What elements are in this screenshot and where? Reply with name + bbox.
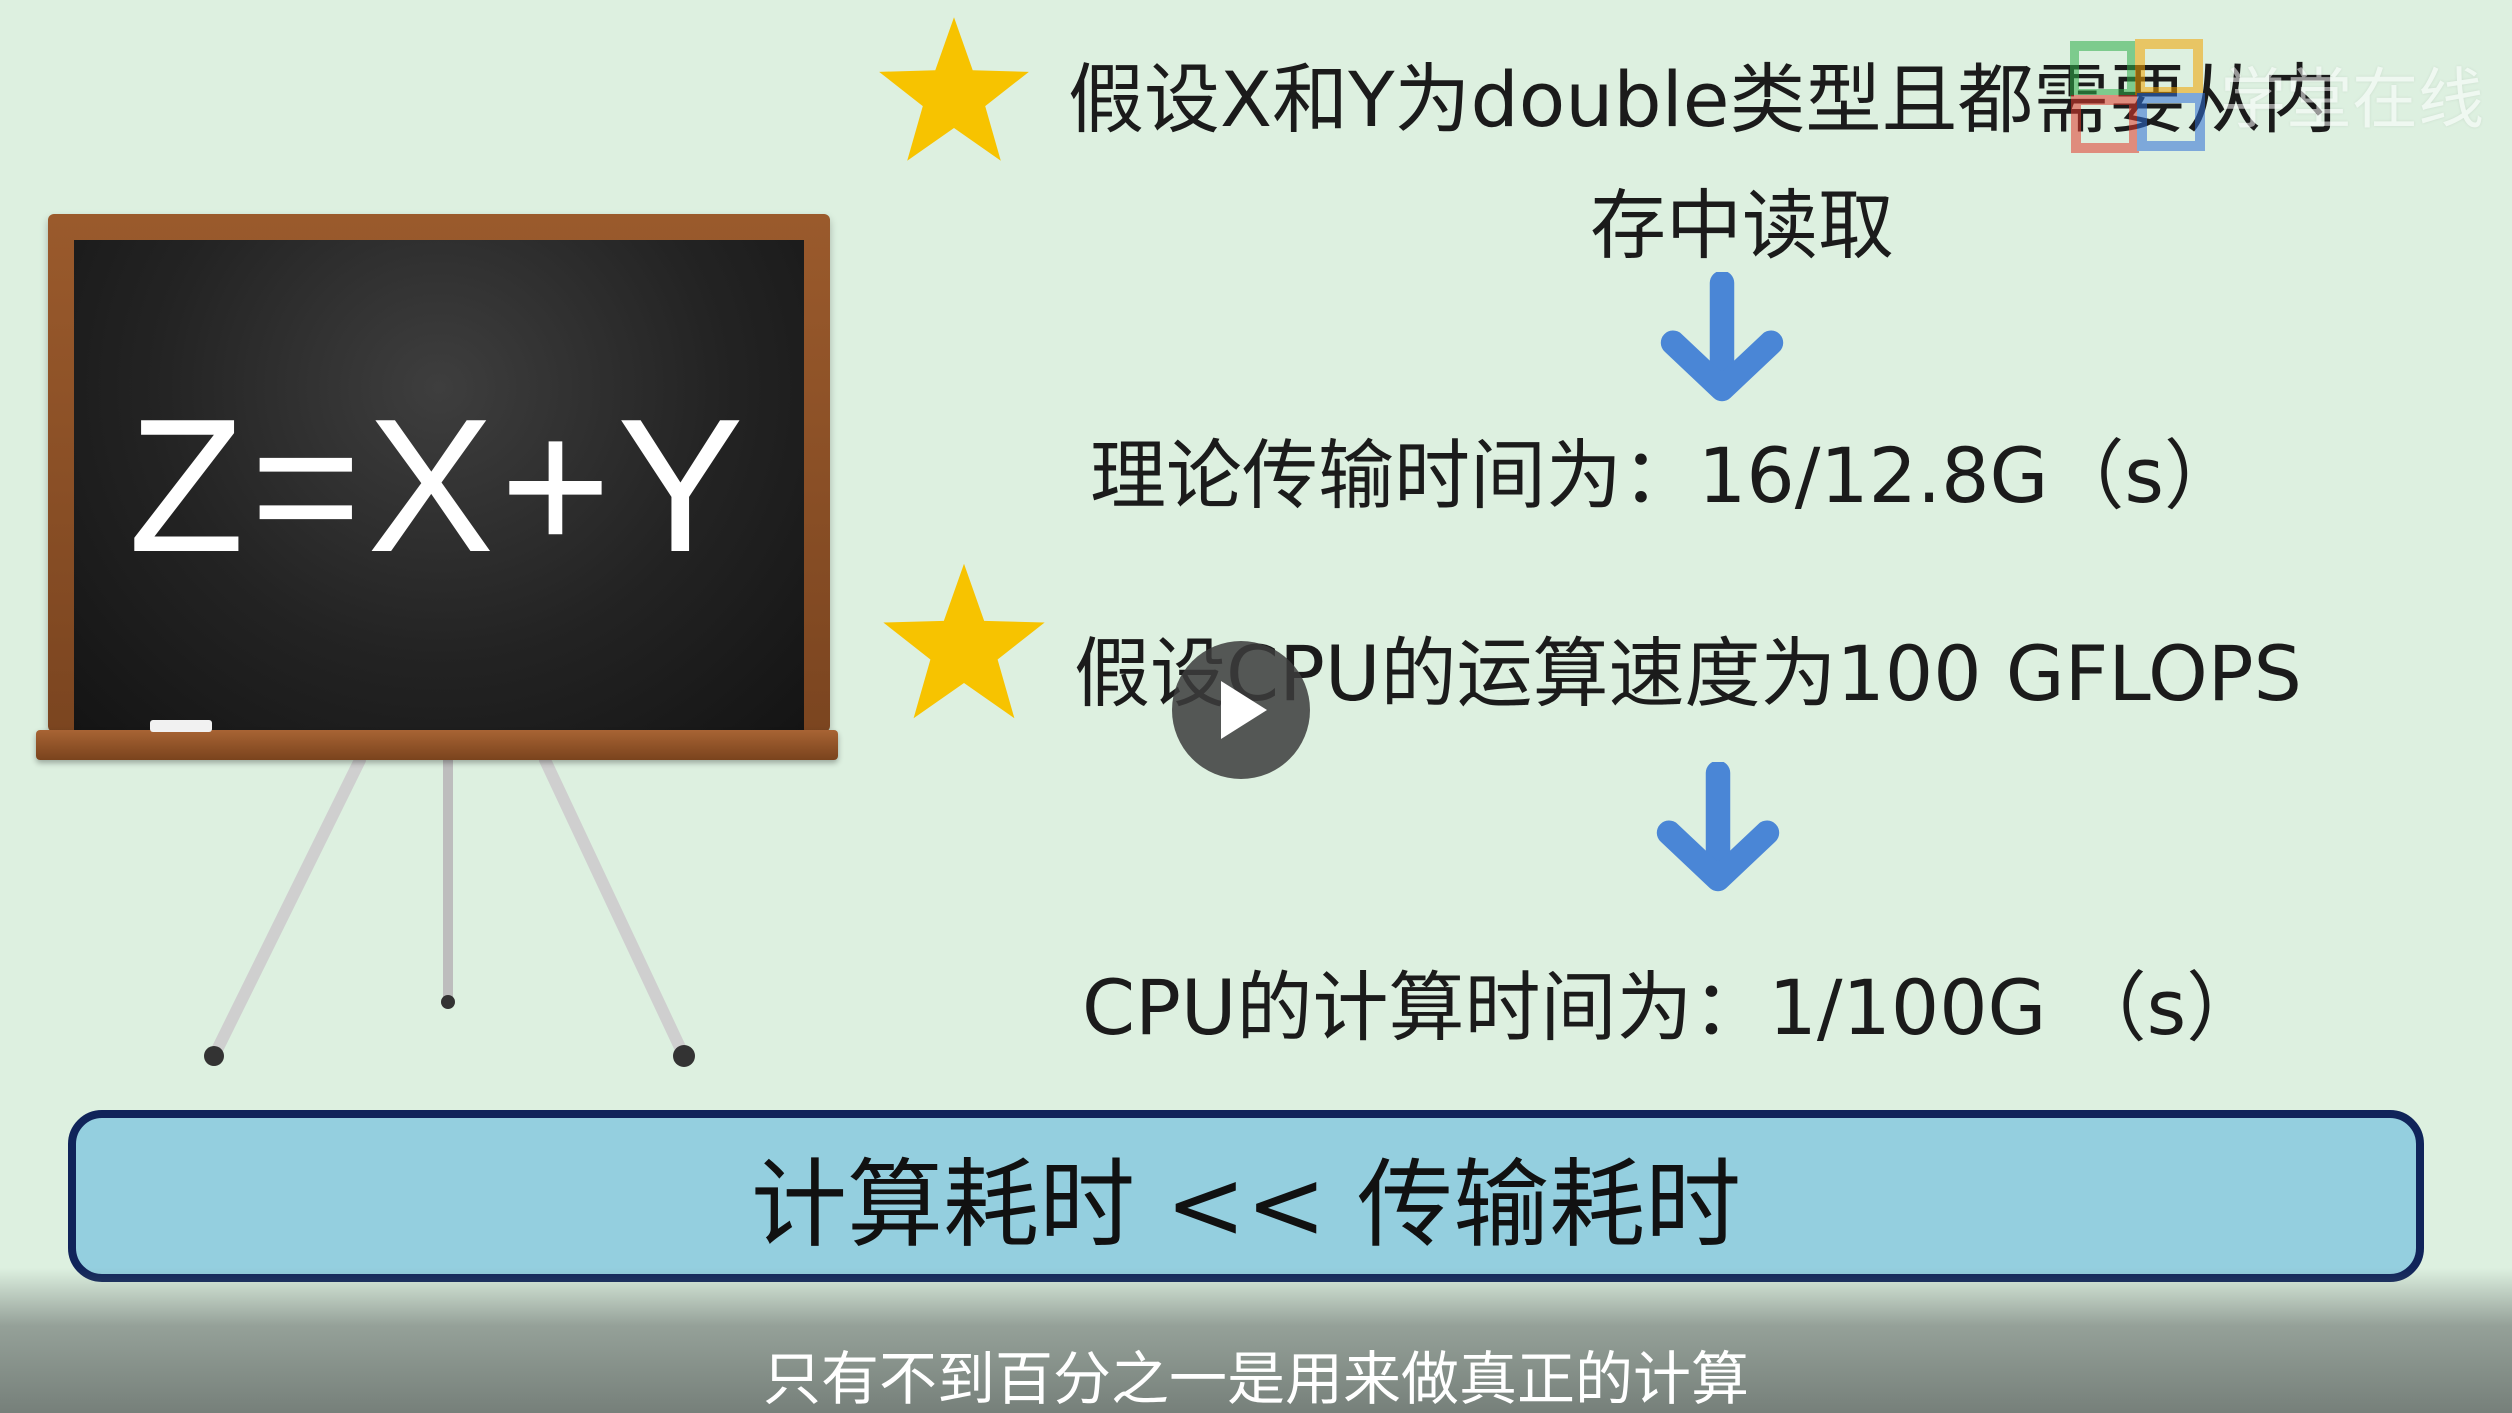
video-frame: Z=X+Y 假设X和Y为double类型且都需要从内 存中读取 理论传输时间为：… bbox=[0, 0, 2512, 1413]
play-button[interactable] bbox=[1172, 641, 1310, 779]
star-icon bbox=[879, 17, 1029, 161]
chalk-piece bbox=[150, 720, 212, 732]
video-subtitle: 只有不到百分之一是用来做真正的计算 bbox=[762, 1345, 1749, 1413]
arrow-down-icon bbox=[1660, 272, 1784, 402]
compute-time-text: CPU的计算时间为：1/100G （s） bbox=[1082, 963, 2263, 1052]
conclusion-banner: 计算耗时 << 传输耗时 bbox=[68, 1110, 2424, 1282]
logo-icon bbox=[2070, 39, 2205, 153]
conclusion-text: 计算耗时 << 传输耗时 bbox=[751, 1148, 1741, 1261]
transfer-time-text: 理论传输时间为：16/12.8G（s） bbox=[1090, 431, 2241, 520]
chalk-tray bbox=[36, 730, 838, 760]
watermark-logo: 学堂在线 bbox=[2070, 38, 2490, 156]
watermark-text: 学堂在线 bbox=[2220, 61, 2484, 138]
chalkboard-formula: Z=X+Y bbox=[128, 380, 750, 592]
play-icon bbox=[1221, 681, 1267, 739]
star-icon bbox=[883, 563, 1045, 719]
assumption-1-line-2: 存中读取 bbox=[1590, 181, 1894, 270]
arrow-down-icon bbox=[1656, 762, 1780, 892]
